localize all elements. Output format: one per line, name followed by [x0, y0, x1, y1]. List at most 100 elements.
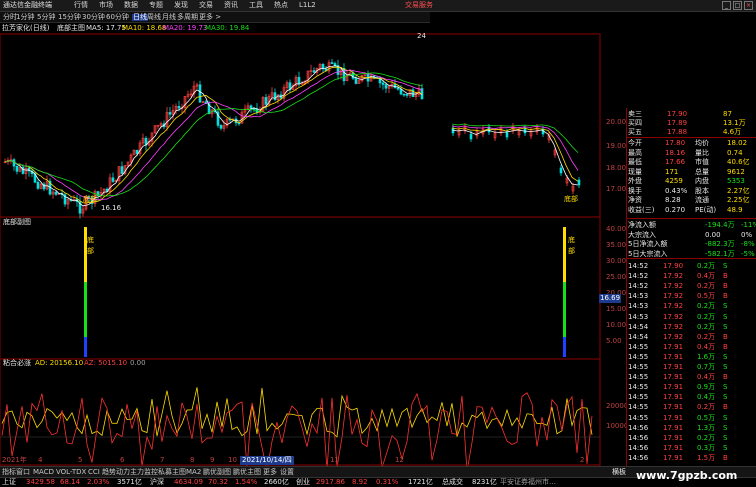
- tab-settings[interactable]: 设置: [280, 469, 294, 476]
- status-index-name[interactable]: 沪深: [150, 479, 164, 486]
- tick-row-cell: 17.91: [663, 413, 684, 422]
- tick-row-cell: B: [723, 272, 728, 281]
- status-news[interactable]: 平安证券福州市…: [500, 479, 556, 486]
- status-index-name[interactable]: 上证: [2, 479, 16, 486]
- tick-row-cell: 14:55: [628, 383, 649, 392]
- tick-row-cell: 0.4万: [697, 393, 716, 402]
- quote-separator: [627, 137, 756, 138]
- quote-field-row-cell: 18.16: [665, 148, 686, 157]
- menu-item-topic[interactable]: 专题: [149, 2, 163, 9]
- tab-pengyou-main[interactable]: 鹏优主图: [233, 469, 261, 476]
- date-cursor: 2021/10/14/四: [240, 456, 294, 465]
- tick-row-cell: 14:53: [628, 302, 649, 311]
- menu-item-market[interactable]: 市场: [99, 2, 113, 9]
- candle-body: [384, 84, 388, 89]
- app-window: { "app_title": "通达信金融终端", "menu": ["行情",…: [0, 0, 756, 487]
- tick-row: 14:55 17.91 0.9万 S: [627, 383, 756, 393]
- menu-item-discover[interactable]: 发现: [174, 2, 188, 9]
- fund-flow-row-cell: -882.3万: [705, 240, 735, 248]
- tab-indicator[interactable]: 指标: [2, 469, 16, 476]
- tick-row-cell: 17.92: [663, 292, 684, 301]
- quote-field-row: 换手 0.43% 股本 2.27亿: [627, 187, 756, 197]
- quote-field-row-cell: 171: [665, 167, 679, 176]
- tab-more[interactable]: 更多: [263, 469, 277, 476]
- date-axis-label: 6: [120, 456, 125, 464]
- sub1-axis-label: 15.00: [606, 305, 627, 313]
- tab-trend[interactable]: 趋势动力: [102, 469, 130, 476]
- tick-row-cell: 0.4万: [697, 342, 716, 351]
- tick-row-cell: S: [723, 413, 728, 422]
- menu-bar: 通达信金融终端 行情 市场 数据 专题 发现 交易 资讯 工具 热点 L1L2 …: [0, 0, 756, 12]
- quote-separator: [627, 218, 756, 219]
- fund-flow-row-cell: -194.4万: [705, 221, 735, 229]
- ma-line: [4, 72, 423, 197]
- quote-field-row-cell: 8.28: [665, 196, 681, 204]
- menu-item-l1l2[interactable]: L1L2: [299, 2, 316, 9]
- menu-item-data[interactable]: 数据: [124, 2, 138, 9]
- sub1-axis-label: 35.00: [606, 241, 627, 249]
- date-axis-label: 7: [160, 456, 165, 464]
- maximize-icon[interactable]: □: [733, 1, 742, 10]
- tick-row-cell: B: [723, 292, 728, 301]
- tab-ma2[interactable]: MA2: [186, 469, 201, 476]
- tick-row-cell: 0.7万: [697, 363, 716, 371]
- order-book-row-cell: 买五: [628, 128, 642, 136]
- tab-horizontal[interactable]: 横板: [612, 469, 626, 476]
- order-book-row-cell: 17.89: [667, 119, 688, 127]
- quote-field-row-cell: 市值: [695, 158, 709, 166]
- tick-row-cell: 0.9万: [697, 383, 716, 392]
- tick-row: 14:55 17.91 0.4万 S: [627, 393, 756, 403]
- menu-item-hq[interactable]: 行情: [74, 2, 88, 9]
- tick-row: 14:54 17.92 0.2万 S: [627, 323, 756, 333]
- tick-row: 14:55 17.91 0.2万 B: [627, 403, 756, 413]
- candle-body: [168, 112, 172, 115]
- status-index-name[interactable]: 创业: [296, 479, 310, 486]
- sub1-axis-label: 30.00: [606, 257, 627, 265]
- tick-row-cell: 1.6万: [697, 352, 716, 361]
- minimize-icon[interactable]: _: [722, 1, 731, 10]
- tab-window[interactable]: 窗口: [16, 469, 30, 476]
- tick-row: 14:53 17.92 0.2万 S: [627, 302, 756, 312]
- trade-service-button[interactable]: 交易服务: [405, 2, 433, 9]
- sub1-title: 底部副图: [3, 218, 31, 226]
- sub2-axis-label: 10000: [606, 422, 629, 430]
- candle-body: [135, 149, 139, 154]
- tab-main-monitor[interactable]: 主力监控: [130, 469, 158, 476]
- sub1-tag: 部: [568, 247, 575, 255]
- menu-item-tools[interactable]: 工具: [249, 2, 263, 9]
- tab-cci[interactable]: CCI: [88, 469, 100, 476]
- tick-row: 14:54 17.92 0.2万 B: [627, 333, 756, 343]
- candle-body: [36, 181, 40, 189]
- low-marker: 16.16: [101, 204, 122, 212]
- tab-pengyou-sub[interactable]: 鹏优副图: [203, 469, 231, 476]
- menu-item-trade[interactable]: 交易: [199, 2, 213, 9]
- order-book-row-cell: 买四: [628, 119, 642, 127]
- bottom-tag-left: 底部: [83, 195, 97, 203]
- tick-row-cell: 14:53: [628, 292, 649, 301]
- tab-private-main[interactable]: 私募主图: [158, 469, 186, 476]
- tick-row-cell: 17.91: [663, 352, 684, 361]
- tick-row-cell: 0.3万: [697, 443, 716, 452]
- tick-row-cell: 17.91: [663, 393, 684, 402]
- tick-row-cell: 0.4万: [697, 272, 716, 281]
- quote-field-row-cell: 收益(三): [628, 205, 655, 214]
- quote-field-row-cell: 流通: [695, 196, 709, 204]
- status-index-value: 4634.09: [174, 478, 203, 486]
- tick-row-cell: S: [723, 322, 728, 331]
- tick-row: 14:56 17.91 0.2万 S: [627, 434, 756, 444]
- tab-vol[interactable]: VOL-TDX: [56, 469, 86, 476]
- quote-field-row-cell: 17.80: [665, 139, 686, 147]
- tick-row: 14:55 17.91 1.6万 S: [627, 353, 756, 363]
- quote-field-row-cell: 最高: [628, 148, 642, 157]
- tab-macd[interactable]: MACD: [33, 469, 54, 476]
- quote-field-row-cell: 0.43%: [665, 186, 688, 195]
- ma-line: [4, 65, 423, 207]
- status-index-amount: 2660亿: [264, 478, 289, 486]
- tick-row-cell: S: [723, 443, 728, 452]
- tick-row-cell: 1.5万: [697, 453, 716, 462]
- menu-item-news[interactable]: 资讯: [224, 2, 238, 9]
- fund-flow-row-cell: 大宗流入: [628, 230, 656, 239]
- close-icon[interactable]: ×: [744, 1, 753, 10]
- tick-row-cell: 17.92: [663, 282, 684, 291]
- menu-item-hot[interactable]: 热点: [274, 2, 288, 9]
